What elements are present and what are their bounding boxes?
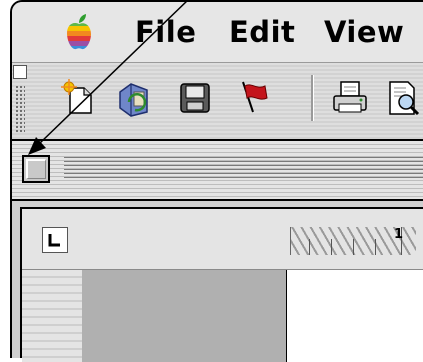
ruler-tick (331, 239, 332, 255)
formatting-bar (12, 141, 423, 201)
ruler-number: 1 (394, 227, 404, 242)
toolbar-collapse-box[interactable] (13, 65, 27, 79)
print-icon[interactable] (330, 78, 370, 118)
ruler-scale[interactable]: 1 (290, 227, 423, 255)
menu-bar: File Edit View (12, 2, 423, 63)
new-document-icon[interactable] (60, 78, 100, 118)
ruler-tick (309, 239, 310, 255)
menu-file[interactable]: File (135, 12, 196, 52)
print-preview-icon[interactable] (384, 78, 423, 118)
document-area: 1 (12, 201, 423, 362)
menu-view[interactable]: View (324, 12, 404, 52)
formatting-bar-lines (64, 157, 423, 181)
standard-toolbar (12, 63, 423, 141)
toolbar-drag-dots (15, 85, 25, 133)
left-tab-icon[interactable] (42, 227, 68, 253)
page-text-area[interactable] (286, 270, 423, 362)
menu-edit[interactable]: Edit (229, 12, 295, 52)
save-disk-icon[interactable] (175, 78, 215, 118)
apple-logo-icon[interactable] (64, 12, 94, 52)
open-folder-icon[interactable] (115, 78, 155, 118)
horizontal-ruler: 1 (22, 209, 423, 270)
ruler-tick (375, 239, 376, 255)
document-pane: 1 (20, 207, 423, 362)
toolbar-grip-handle[interactable] (13, 65, 27, 135)
vertical-ruler (22, 270, 82, 362)
page-margin-area (82, 270, 286, 362)
ruler-toggle-box[interactable] (22, 155, 50, 183)
flag-icon[interactable] (235, 78, 275, 118)
ruler-tick (353, 239, 354, 255)
toolbar-separator (311, 75, 314, 121)
